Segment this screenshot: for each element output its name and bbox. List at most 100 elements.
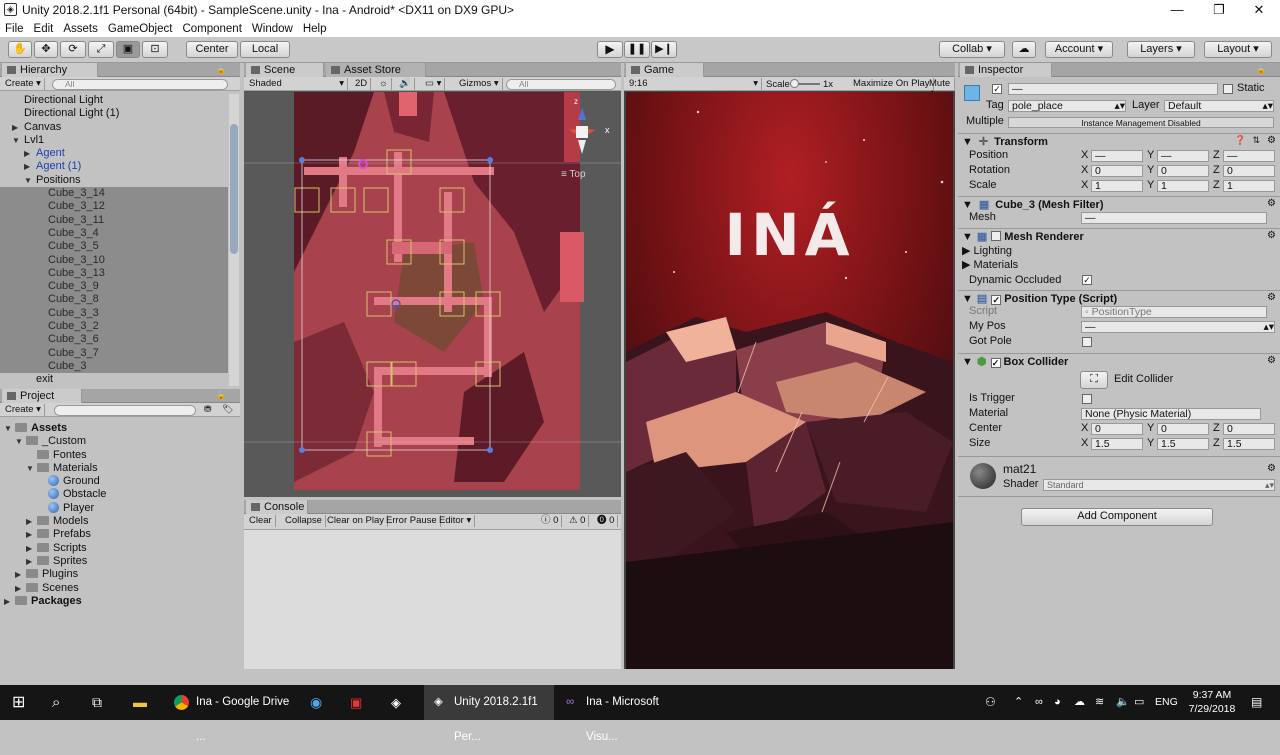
foldout-arrow-icon[interactable]: ▼ [15, 435, 26, 448]
app-icon-blue[interactable]: ◉ [310, 685, 322, 720]
foldout-arrow-icon[interactable]: ▶ [24, 160, 36, 173]
tab-inspector[interactable]: Inspector [960, 63, 1052, 77]
tab-console[interactable]: Console [246, 500, 308, 514]
rotate-tool-button[interactable]: ⟳ [60, 41, 86, 58]
rect-tool-button[interactable]: ▣ [116, 41, 140, 58]
hierarchy-scroll-thumb[interactable] [230, 124, 238, 254]
project-item[interactable]: ▶ Packages [0, 595, 240, 608]
static-checkbox[interactable] [1223, 84, 1233, 94]
foldout-arrow-icon[interactable]: ▶ [26, 515, 37, 528]
console-warning-count[interactable]: ⚠ 0 [566, 515, 590, 527]
foldout-arrow-icon[interactable]: ▼ [4, 422, 15, 435]
people-icon[interactable]: ⚇ [985, 685, 996, 720]
console-clear-on-play-button[interactable]: Clear on Play [324, 515, 389, 527]
start-windows-icon[interactable]: ⊞ [12, 685, 25, 720]
box-collider-header[interactable]: ▼ ⬢ ✓ Box Collider [958, 353, 1280, 369]
size-y-field[interactable]: 1.5 [1157, 438, 1209, 450]
taskbar-chrome-button[interactable]: Ina - Google Drive ... [168, 685, 294, 743]
gizmos-dropdown[interactable]: Gizmos ▾ [456, 78, 503, 90]
project-item[interactable]: ▼ Assets [0, 422, 240, 435]
mesh-renderer-enabled-checkbox[interactable] [991, 231, 1002, 241]
notifications-icon[interactable]: ▤ [1251, 685, 1262, 720]
foldout-arrow-icon[interactable]: ▶ [26, 542, 37, 555]
center-z-field[interactable]: 0 [1223, 423, 1275, 435]
size-x-field[interactable]: 1.5 [1091, 438, 1143, 450]
hierarchy-item-selected[interactable]: Cube_3_14 [0, 187, 228, 201]
settings-gear-icon[interactable]: ⚙ [1267, 292, 1276, 303]
lock-icon[interactable]: 🔒 [1256, 65, 1266, 74]
position-type-header[interactable]: ▼ ▤ ✓ Position Type (Script) [958, 290, 1280, 306]
onedrive-tray-icon[interactable]: ☁ [1074, 685, 1085, 720]
tab-project[interactable]: Project [2, 389, 82, 403]
name-field[interactable]: — [1008, 83, 1218, 95]
hierarchy-item-selected[interactable]: Cube_3_3 [0, 306, 228, 321]
menu-window[interactable]: Window [247, 23, 298, 35]
menu-component[interactable]: Component [177, 23, 246, 35]
volume-icon[interactable]: 🔈 [1116, 685, 1130, 720]
hierarchy-item-selected[interactable]: Cube_3_7 [0, 346, 228, 360]
materials-foldout[interactable]: ▶ Materials [962, 258, 1018, 271]
mute-audio-button[interactable]: Mute A [926, 78, 955, 100]
hierarchy-item[interactable]: ▼ Lvl1 [0, 134, 228, 147]
shader-dropdown[interactable]: Standard ▴▾ [1043, 479, 1275, 491]
project-item[interactable]: Player [0, 501, 240, 515]
position-z-field[interactable]: — [1223, 150, 1275, 162]
position-x-field[interactable]: — [1091, 150, 1143, 162]
chevron-up-icon[interactable]: ⌃ [1014, 685, 1023, 720]
pivot-local-button[interactable]: Local [240, 41, 290, 58]
console-error-pause-button[interactable]: Error Pause [383, 515, 441, 527]
scale-x-field[interactable]: 1 [1091, 180, 1143, 192]
hierarchy-item-selected[interactable]: Cube_3_4 [0, 226, 228, 241]
tab-scene[interactable]: Scene [246, 63, 324, 77]
hierarchy-item[interactable]: ▼ Positions [0, 174, 228, 187]
project-item[interactable]: ▶ Plugins [0, 568, 240, 581]
menu-gameobject[interactable]: GameObject [103, 23, 178, 35]
lock-icon[interactable]: 🔒 [216, 65, 226, 74]
hierarchy-item[interactable]: Directional Light (1) [0, 107, 228, 120]
hierarchy-search-input[interactable]: All [52, 79, 228, 90]
project-item[interactable]: Obstacle [0, 488, 240, 501]
console-error-count[interactable]: ⓿ 0 [594, 515, 619, 527]
transform-header[interactable]: ▼ ✛ Transform [958, 133, 1280, 149]
account-button[interactable]: Account ▾ [1045, 41, 1113, 58]
rotation-x-field[interactable]: 0 [1091, 165, 1143, 177]
menu-assets[interactable]: Assets [58, 23, 103, 35]
hierarchy-item[interactable]: Directional Light [0, 94, 228, 107]
clock[interactable]: 9:37 AM 7/29/2018 [1184, 685, 1240, 720]
hierarchy-item[interactable]: ▶ Agent [0, 147, 228, 160]
position-type-enabled-checkbox[interactable]: ✓ [991, 295, 1002, 305]
console-editor-dropdown[interactable]: Editor ▾ [436, 515, 476, 527]
is-trigger-checkbox[interactable] [1082, 394, 1092, 404]
size-z-field[interactable]: 1.5 [1223, 438, 1275, 450]
mesh-filter-header[interactable]: ▼ ▦ Cube_3 (Mesh Filter) [958, 196, 1280, 212]
project-item[interactable]: ▼ Materials [0, 462, 240, 475]
hierarchy-item-selected[interactable]: Cube_3 [0, 359, 228, 374]
rotation-y-field[interactable]: 0 [1157, 165, 1209, 177]
collab-button[interactable]: Collab ▾ [939, 41, 1005, 58]
active-checkbox[interactable]: ✓ [992, 84, 1002, 94]
app-icon-unity-hub[interactable]: ◈ [391, 685, 401, 720]
settings-gear-icon[interactable]: ⚙ [1267, 463, 1276, 474]
view-orientation-label[interactable]: ≡ Top [561, 169, 586, 180]
dynamic-occluded-checkbox[interactable]: ✓ [1082, 275, 1092, 285]
console-log-area[interactable] [244, 530, 621, 669]
project-item[interactable]: ▶ Scenes [0, 582, 240, 595]
settings-gear-icon[interactable]: ⚙ [1267, 230, 1276, 241]
aspect-dropdown[interactable]: 9:16 ▾ [626, 78, 762, 90]
hierarchy-scrollbar[interactable] [229, 94, 239, 386]
game-view[interactable] [626, 92, 953, 669]
project-item[interactable]: ▶ Scripts [0, 542, 240, 555]
hand-tool-button[interactable]: ✋ [8, 41, 32, 58]
layout-button[interactable]: Layout ▾ [1204, 41, 1272, 58]
language-indicator[interactable]: ENG [1155, 685, 1178, 720]
foldout-arrow-icon[interactable]: ▶ [15, 568, 26, 581]
taskbar-unity-button[interactable]: ◈ Unity 2018.2.1f1 Per... [424, 685, 554, 743]
project-item[interactable]: Fontes [0, 449, 240, 462]
project-item[interactable]: ▶ Prefabs [0, 528, 240, 541]
task-view-icon[interactable]: ⧉ [92, 685, 102, 720]
scale-y-field[interactable]: 1 [1157, 180, 1209, 192]
center-x-field[interactable]: 0 [1091, 423, 1143, 435]
project-create-button[interactable]: Create ▾ [2, 404, 45, 416]
foldout-arrow-icon[interactable]: ▶ [26, 555, 37, 568]
play-button[interactable]: ▶ [597, 41, 623, 58]
